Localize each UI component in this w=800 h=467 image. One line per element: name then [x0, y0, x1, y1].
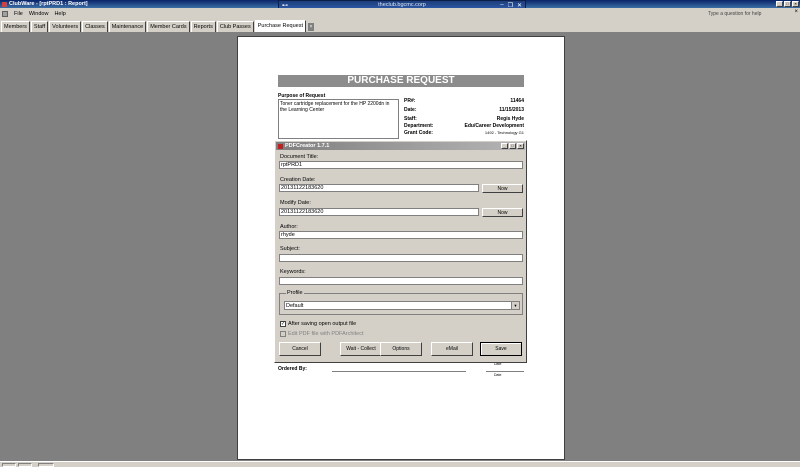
dialog-maximize-icon[interactable]: □: [509, 143, 516, 149]
document-title-input[interactable]: rptPRD1: [279, 161, 523, 169]
menu-window[interactable]: Window: [29, 11, 49, 17]
document-title-label: Document Title:: [280, 154, 319, 160]
tab-members[interactable]: Members: [1, 21, 30, 32]
grant-code-label: Grant Code:: [404, 130, 433, 136]
edit-pdf-label: Edit PDF file with PDFArchitect: [288, 331, 364, 337]
app-icon: [2, 1, 7, 7]
keywords-label: Keywords:: [280, 269, 306, 275]
pdfcreator-dialog: PDFCreator 1.7.1 _ □ × Document Title: r…: [274, 140, 527, 363]
dialog-title-bar: PDFCreator 1.7.1 _ □ ×: [276, 142, 525, 150]
ordered-by-label: Ordered By:: [278, 366, 307, 372]
profile-select[interactable]: Default ▼: [284, 301, 520, 310]
dialog-minimize-icon[interactable]: _: [501, 143, 508, 149]
tab-volunteers[interactable]: Volunteers: [49, 21, 82, 32]
department-label: Department:: [404, 123, 434, 129]
options-button[interactable]: Options: [380, 342, 422, 356]
tab-maintenance[interactable]: Maintenance: [108, 21, 147, 32]
dialog-title: PDFCreator 1.7.1: [285, 143, 330, 149]
author-input[interactable]: rhyde: [279, 231, 523, 239]
document-menu-icon[interactable]: [2, 10, 8, 17]
status-segment: [38, 463, 54, 467]
menu-help[interactable]: Help: [54, 11, 65, 17]
profile-group: Profile Default ▼: [279, 290, 523, 315]
wait-collect-button[interactable]: Wait - Collect: [340, 342, 382, 356]
profile-label: Profile: [286, 290, 304, 296]
report-header: PURCHASE REQUEST: [278, 75, 524, 87]
close-icon[interactable]: ×: [792, 1, 799, 7]
chevron-down-icon[interactable]: ▼: [511, 302, 519, 309]
tab-staff[interactable]: Staff: [30, 21, 49, 32]
subject-input[interactable]: [279, 254, 523, 262]
close-document-icon[interactable]: ×: [794, 9, 798, 15]
window-controls: _ □ ×: [776, 1, 799, 7]
subject-label: Subject:: [280, 246, 300, 252]
tab-reports[interactable]: Reports: [190, 21, 216, 32]
ordered-by-line: [332, 371, 466, 372]
pr-number-value: 11464: [510, 98, 524, 104]
save-button[interactable]: Save: [480, 342, 522, 356]
window-title: ClubWare - [rptPRD1 : Report]: [9, 1, 88, 7]
pr-number-label: PR#:: [404, 98, 416, 104]
staff-label: Staff:: [404, 116, 417, 122]
tab-classes[interactable]: Classes: [82, 21, 108, 32]
purpose-text: Toner cartridge replacement for the HP 2…: [278, 99, 399, 139]
status-bar: [0, 461, 800, 467]
profile-value: Default: [286, 303, 304, 309]
modify-date-input[interactable]: 20131122183620: [279, 208, 479, 216]
maximize-icon[interactable]: □: [784, 1, 791, 7]
author-label: Author:: [280, 224, 298, 230]
grant-code-value: 1492 - Technology G1: [484, 130, 524, 135]
after-saving-label: After saving open output file: [288, 321, 357, 327]
pdfcreator-icon: [278, 143, 283, 149]
date-label: Date:: [404, 107, 417, 113]
tab-bar: Members Staff Volunteers Classes Mainten…: [0, 19, 800, 33]
modify-date-label: Modify Date:: [280, 200, 311, 206]
date-value: 11/15/2013: [499, 107, 524, 113]
menu-file[interactable]: File: [14, 11, 23, 17]
creation-now-button[interactable]: Now: [482, 184, 523, 193]
status-segment: [18, 463, 32, 467]
tab-close-icon[interactable]: ×: [307, 23, 314, 31]
tab-member-cards[interactable]: Member Cards: [147, 21, 190, 32]
email-button[interactable]: eMail: [431, 342, 473, 356]
creation-date-input[interactable]: 20131122183620: [279, 184, 479, 192]
help-placeholder: Type a question for help: [708, 10, 762, 17]
dialog-close-icon[interactable]: ×: [517, 143, 524, 149]
creation-date-label: Creation Date:: [280, 177, 316, 183]
help-search-input[interactable]: Type a question for help: [708, 9, 778, 18]
cancel-button[interactable]: Cancel: [279, 342, 321, 356]
staff-value: Regis Hyde: [496, 116, 524, 122]
ordered-date-line: [486, 371, 524, 372]
tab-club-passes[interactable]: Club Passes: [216, 21, 254, 32]
keywords-input[interactable]: [279, 277, 523, 285]
tab-purchase-request[interactable]: Purchase Request: [254, 20, 306, 32]
status-segment: [2, 463, 16, 467]
modify-now-button[interactable]: Now: [482, 208, 523, 217]
edit-pdf-checkbox[interactable]: [280, 331, 286, 337]
department-value: Edu/Career Development: [464, 123, 524, 129]
menu-bar: File Window Help Type a question for hel…: [0, 8, 800, 19]
after-saving-checkbox[interactable]: ✓: [280, 321, 286, 327]
ordered-date-caption: Date: [494, 373, 502, 377]
minimize-icon[interactable]: _: [776, 1, 783, 7]
